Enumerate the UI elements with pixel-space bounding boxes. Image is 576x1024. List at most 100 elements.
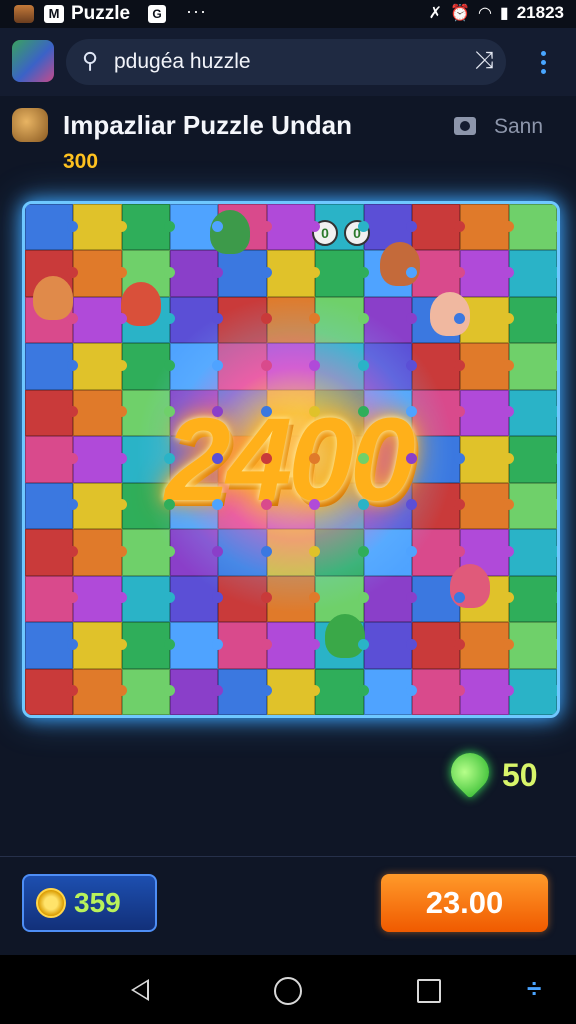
puzzle-piece[interactable] (508, 436, 557, 483)
buy-button[interactable]: 23.00 (381, 874, 548, 932)
burst-score: 2400 (165, 394, 416, 526)
shuffle-icon[interactable]: ⤨ (475, 47, 494, 75)
score-value: 300 (63, 150, 99, 173)
puzzle-piece[interactable] (266, 668, 321, 715)
avatar[interactable] (12, 40, 54, 82)
game-app-icon (14, 5, 34, 23)
puzzle-piece[interactable] (73, 529, 128, 576)
camera-icon[interactable] (454, 117, 476, 135)
puzzle-piece[interactable] (170, 668, 224, 715)
puzzle-piece[interactable] (73, 482, 128, 530)
puzzle-piece[interactable] (460, 436, 515, 483)
puzzle-piece[interactable] (315, 668, 369, 715)
puzzle-piece[interactable] (266, 622, 321, 669)
puzzle-piece[interactable] (508, 296, 557, 344)
puzzle-piece[interactable] (121, 622, 176, 669)
puzzle-piece[interactable] (411, 622, 466, 669)
status-time: 21823 (516, 3, 564, 22)
puzzle-piece[interactable] (218, 668, 273, 715)
notification-icon: G (148, 5, 166, 23)
divider (0, 856, 576, 857)
scan-button[interactable]: Sann (494, 115, 543, 139)
puzzle-piece[interactable] (25, 529, 79, 576)
character-piece (380, 242, 420, 286)
puzzle-piece[interactable] (170, 622, 224, 669)
search-icon[interactable]: ⚲ (82, 48, 98, 74)
more-vert-icon[interactable] (530, 44, 556, 80)
puzzle-piece[interactable] (460, 622, 515, 669)
puzzle-piece[interactable] (508, 575, 557, 623)
coin-icon (36, 888, 66, 918)
puzzle-piece[interactable] (218, 250, 273, 297)
character-piece (325, 614, 365, 658)
puzzle-piece[interactable] (508, 343, 557, 390)
puzzle-piece[interactable] (25, 343, 79, 390)
coin-balance-button[interactable]: 359 (22, 874, 157, 932)
puzzle-piece[interactable] (73, 436, 128, 483)
puzzle-piece[interactable] (363, 668, 418, 715)
puzzle-piece[interactable] (73, 389, 128, 437)
puzzle-piece[interactable] (460, 668, 515, 715)
puzzle-piece[interactable] (25, 436, 79, 483)
puzzle-piece[interactable] (25, 389, 79, 437)
puzzle-board[interactable]: 2400 0 0 (22, 201, 560, 718)
search-bar[interactable]: ⚲ pdugéa huzzle ⤨ (66, 39, 506, 85)
status-app-name: Puzzle (71, 3, 131, 24)
gem-icon (443, 745, 497, 799)
puzzle-piece[interactable] (460, 389, 515, 437)
puzzle-piece[interactable] (73, 575, 128, 623)
app-header: ⚲ pdugéa huzzle ⤨ (0, 28, 576, 96)
puzzle-piece[interactable] (73, 204, 128, 251)
puzzle-piece[interactable] (411, 204, 466, 251)
home-icon[interactable] (274, 977, 302, 1005)
search-input[interactable]: pdugéa huzzle (114, 50, 251, 74)
puzzle-piece[interactable] (508, 529, 557, 576)
system-nav-bar: ÷ (0, 955, 576, 1024)
character-piece (33, 276, 73, 320)
coin-balance: 359 (74, 887, 121, 918)
puzzle-piece[interactable] (121, 575, 176, 623)
puzzle-piece[interactable] (363, 622, 418, 669)
puzzle-piece[interactable] (508, 622, 557, 669)
puzzle-piece[interactable] (73, 250, 128, 297)
back-icon[interactable] (131, 979, 149, 1001)
puzzle-piece[interactable] (508, 668, 557, 715)
puzzle-piece[interactable] (460, 250, 515, 297)
puzzle-piece[interactable] (508, 389, 557, 437)
game-logo-icon (12, 108, 48, 142)
puzzle-piece[interactable] (266, 204, 321, 251)
puzzle-piece[interactable] (170, 250, 224, 297)
puzzle-piece[interactable] (121, 668, 176, 715)
character-piece (430, 292, 470, 336)
puzzle-piece[interactable] (218, 622, 273, 669)
puzzle-piece[interactable] (73, 622, 128, 669)
puzzle-piece[interactable] (25, 204, 79, 251)
puzzle-piece[interactable] (460, 482, 515, 530)
puzzle-piece[interactable] (25, 668, 79, 715)
status-indicators: ✗ ⏰ ◠ ▮ 21823 (429, 3, 564, 23)
puzzle-piece[interactable] (315, 250, 369, 297)
bonus-value: 50 (502, 757, 538, 793)
puzzle-piece[interactable] (508, 250, 557, 297)
puzzle-piece[interactable] (266, 250, 321, 297)
character-piece (210, 210, 250, 254)
puzzle-piece[interactable] (460, 343, 515, 390)
character-piece (121, 282, 161, 326)
puzzle-piece[interactable] (73, 668, 128, 715)
puzzle-piece[interactable] (25, 575, 79, 623)
puzzle-piece[interactable] (25, 482, 79, 530)
puzzle-piece[interactable] (460, 204, 515, 251)
recents-icon[interactable] (417, 979, 441, 1003)
message-icon: M (44, 5, 64, 23)
puzzle-piece[interactable] (25, 622, 79, 669)
puzzle-piece[interactable] (73, 296, 128, 344)
signal-icon: ▮ (499, 5, 509, 22)
puzzle-piece[interactable] (121, 204, 176, 251)
puzzle-piece[interactable] (508, 204, 557, 251)
puzzle-piece[interactable] (73, 343, 128, 390)
status-bar: M Puzzle G ··· ✗ ⏰ ◠ ▮ 21823 (0, 0, 576, 28)
split-icon[interactable]: ÷ (527, 973, 541, 1004)
buy-price: 23.00 (425, 885, 504, 920)
puzzle-piece[interactable] (411, 668, 466, 715)
puzzle-piece[interactable] (508, 482, 557, 530)
